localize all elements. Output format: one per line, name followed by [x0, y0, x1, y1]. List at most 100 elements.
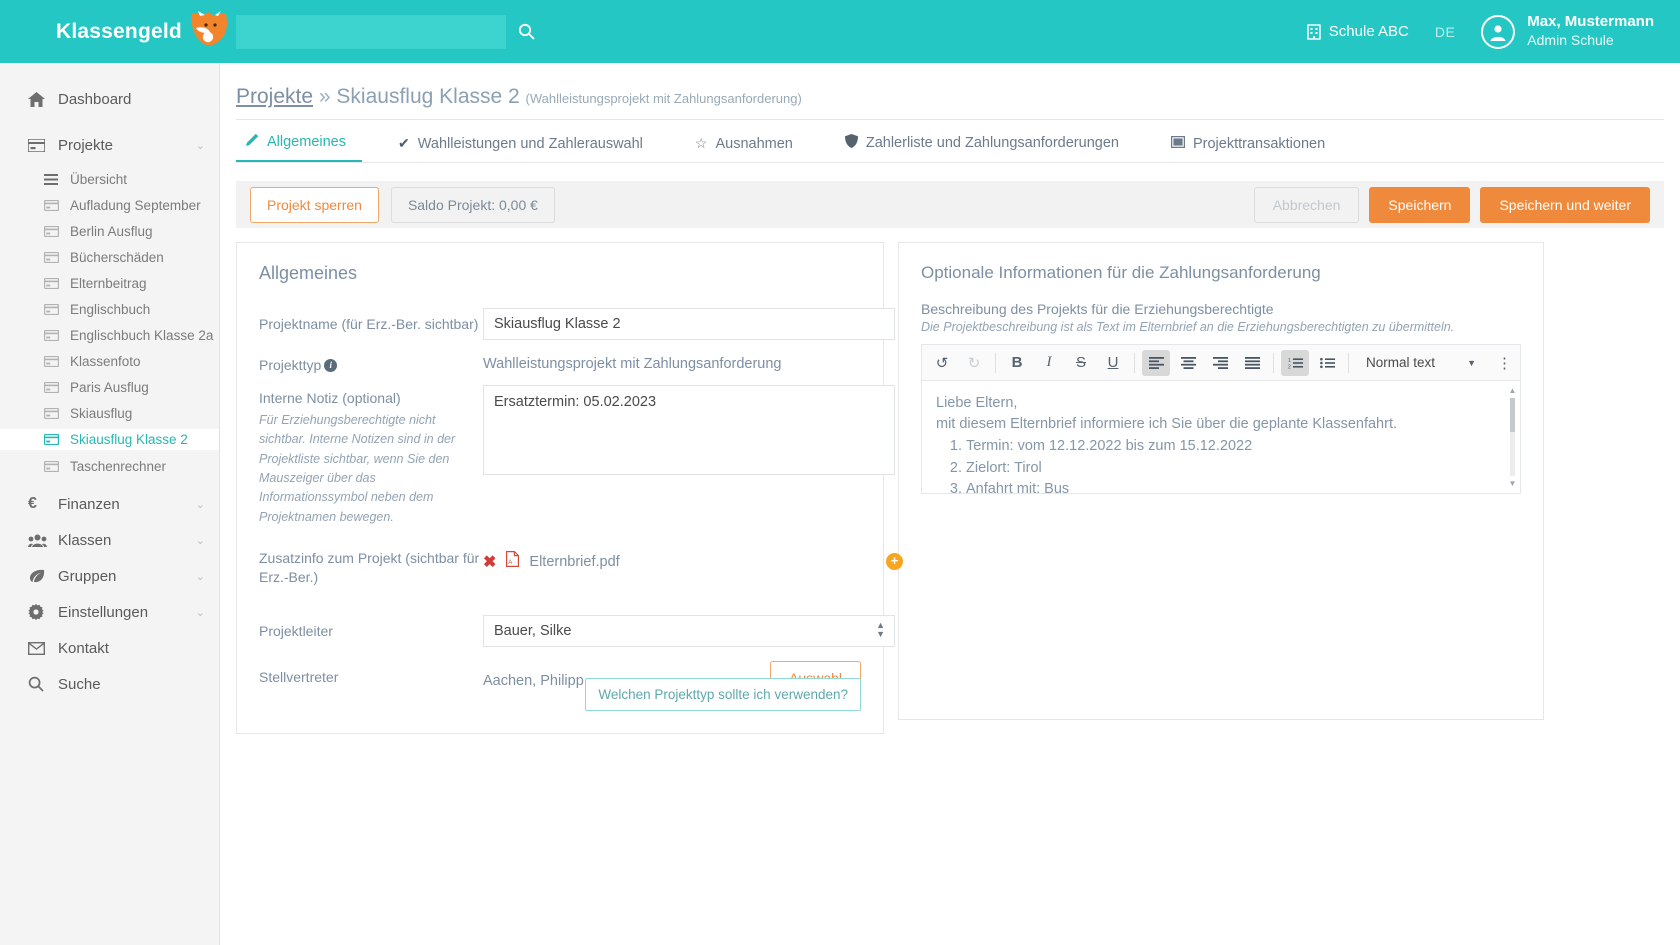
card-icon — [44, 407, 70, 419]
chevron-down-icon[interactable]: ⌄ — [196, 570, 205, 583]
logo-text: Klassengeld — [56, 19, 182, 43]
sidebar-subitem-label: Skiausflug Klasse 2 — [70, 432, 188, 447]
sidebar-item-paris-ausflug[interactable]: Paris Ausflug — [0, 377, 219, 397]
logo[interactable]: Klassengeld — [0, 10, 236, 52]
field-projekttyp: Projekttyp i Wahlleistungsprojekt mit Zah… — [259, 354, 861, 375]
projekttyp-help-button[interactable]: Welchen Projekttyp sollte ich verwenden? — [585, 677, 861, 711]
ordered-list-icon[interactable]: 12 — [1281, 349, 1309, 376]
sidebar-item-klassenfoto[interactable]: Klassenfoto — [0, 351, 219, 371]
projektleiter-select-wrap: Bauer, Silke ▲ ▼ — [483, 614, 895, 647]
lock-project-button[interactable]: Projekt sperren — [250, 186, 379, 223]
projektleiter-select[interactable]: Bauer, Silke — [483, 614, 895, 647]
sidebar-item-buecherschaeden[interactable]: Bücherschäden — [0, 247, 219, 267]
sidebar-item-suche[interactable]: Suche — [0, 666, 219, 702]
sidebar-item-skiausflug-klasse-2[interactable]: Skiausflug Klasse 2 — [0, 429, 219, 450]
app-root: Klassengeld Schule ABC DE Max, Musterman… — [0, 0, 1680, 945]
project-balance-button[interactable]: Saldo Projekt: 0,00 € — [390, 186, 555, 223]
avatar[interactable] — [1481, 14, 1516, 49]
projektname-input[interactable] — [483, 308, 895, 340]
sidebar-item-label: Einstellungen — [58, 603, 149, 621]
sidebar-item-label: Dashboard — [58, 90, 132, 108]
tab-projekttransaktionen[interactable]: Projekttransaktionen — [1161, 135, 1341, 162]
field-label: Stellvertreter — [259, 668, 339, 685]
sidebar-subitem-label: Englischbuch — [70, 301, 151, 317]
sidebar-subitem-label: Übersicht — [70, 171, 128, 187]
field-zusatzinfo: Zusatzinfo zum Projekt (sichtbar für Erz… — [259, 545, 903, 587]
redo-icon[interactable]: ↻ — [960, 350, 988, 376]
sidebar-subitem-label: Klassenfoto — [70, 353, 141, 369]
sidebar-item-einstellungen[interactable]: Einstellungen ⌄ — [0, 594, 219, 630]
sidebar-item-berlin-ausflug[interactable]: Berlin Ausflug — [0, 221, 219, 241]
editor-body[interactable]: Liebe Eltern, mit diesem Elternbrief inf… — [922, 381, 1520, 493]
tab-wahlleistungen[interactable]: ✔ Wahlleistungen und Zahlerauswahl — [388, 135, 659, 162]
fox-logo-icon — [188, 8, 232, 52]
breadcrumb-parent-link[interactable]: Projekte — [236, 85, 313, 108]
bold-icon[interactable]: B — [1003, 350, 1031, 376]
divider — [236, 162, 1664, 163]
bullet-list-icon[interactable] — [1313, 350, 1341, 376]
sidebar-item-dashboard[interactable]: Dashboard — [0, 81, 219, 117]
gear-icon — [28, 604, 58, 620]
sidebar-item-skiausflug[interactable]: Skiausflug — [0, 403, 219, 423]
cancel-button[interactable]: Abbrechen — [1253, 186, 1360, 223]
remove-attachment-icon[interactable]: ✖ — [483, 552, 496, 572]
editor-style-select[interactable]: Normal text ▼ — [1358, 350, 1484, 376]
save-button[interactable]: Speichern — [1369, 186, 1471, 223]
sidebar-subitem-label: Berlin Ausflug — [70, 223, 153, 239]
tab-zahlerliste[interactable]: Zahlerliste und Zahlungsanforderungen — [835, 134, 1135, 162]
more-options-icon[interactable]: ⋮ — [1497, 354, 1512, 372]
sidebar: Dashboard Projekte ⌄ Übersicht Aufladung… — [0, 63, 220, 945]
chevron-down-icon[interactable]: ⌄ — [196, 139, 205, 152]
sidebar-item-aufladung-september[interactable]: Aufladung September — [0, 195, 219, 215]
scroll-thumb[interactable] — [1510, 398, 1515, 433]
save-and-continue-button[interactable]: Speichern und weiter — [1480, 186, 1650, 223]
sidebar-item-kontakt[interactable]: Kontakt — [0, 630, 219, 666]
tab-ausnahmen[interactable]: ☆ Ausnahmen — [685, 135, 809, 162]
user-menu[interactable]: Max, Mustermann Admin Schule — [1527, 13, 1654, 49]
italic-icon[interactable]: I — [1035, 350, 1063, 376]
sidebar-item-uebersicht[interactable]: Übersicht — [0, 169, 219, 189]
sidebar-item-finanzen[interactable]: € Finanzen ⌄ — [0, 486, 219, 522]
scroll-up-icon[interactable]: ▲ — [1509, 385, 1517, 396]
attachment-name[interactable]: Elternbrief.pdf — [529, 554, 619, 570]
sidebar-item-englischbuch-klasse-2a[interactable]: Englischbuch Klasse 2a — [0, 325, 219, 345]
stellvertreter-value: Aachen, Philipp — [483, 673, 584, 690]
align-left-icon[interactable] — [1142, 349, 1170, 376]
card-icon — [44, 277, 70, 289]
sidebar-item-klassen[interactable]: Klassen ⌄ — [0, 522, 219, 558]
align-justify-icon[interactable] — [1238, 350, 1266, 376]
field-hint: Für Erziehungsberechtigte nicht sichtbar… — [259, 412, 456, 524]
underline-icon[interactable]: U — [1099, 350, 1127, 376]
school-selector[interactable]: Schule ABC — [1307, 23, 1409, 40]
interne-notiz-textarea[interactable] — [483, 384, 895, 475]
info-icon[interactable]: i — [324, 359, 338, 372]
star-icon: ☆ — [694, 135, 708, 151]
scroll-track[interactable] — [1510, 398, 1515, 476]
card-icon — [44, 225, 70, 237]
sidebar-item-projekte[interactable]: Projekte ⌄ — [0, 127, 219, 163]
sidebar-item-elternbeitrag[interactable]: Elternbeitrag — [0, 273, 219, 293]
rich-text-editor: ↺ ↻ B I S U 1 2 Normal text ▼ ⋮ Liebe El… — [921, 344, 1521, 494]
sidebar-item-gruppen[interactable]: Gruppen ⌄ — [0, 558, 219, 594]
undo-icon[interactable]: ↺ — [928, 350, 956, 376]
sidebar-item-taschenrechner[interactable]: Taschenrechner — [0, 456, 219, 476]
chevron-down-icon[interactable]: ⌄ — [196, 606, 205, 619]
align-right-icon[interactable] — [1206, 350, 1234, 376]
field-label: Projekttyp i — [259, 354, 483, 375]
chevron-down-icon[interactable]: ⌄ — [196, 498, 205, 511]
chevron-down-icon[interactable]: ⌄ — [196, 534, 205, 547]
breadcrumb-separator: » — [318, 85, 331, 108]
card-icon — [44, 355, 70, 367]
scroll-down-icon[interactable]: ▼ — [1509, 478, 1517, 489]
tab-allgemeines[interactable]: Allgemeines — [236, 133, 362, 162]
search-input[interactable] — [236, 14, 506, 49]
strikethrough-icon[interactable]: S — [1067, 350, 1095, 376]
add-attachment-icon[interactable]: + — [886, 553, 903, 571]
search-icon — [28, 676, 58, 692]
align-center-icon[interactable] — [1174, 350, 1202, 376]
sidebar-subitem-label: Paris Ausflug — [70, 379, 149, 395]
language-switcher[interactable]: DE — [1435, 24, 1455, 40]
editor-scrollbar[interactable]: ▲ ▼ — [1508, 385, 1517, 489]
sidebar-item-englischbuch[interactable]: Englischbuch — [0, 299, 219, 319]
search-button[interactable] — [506, 15, 546, 49]
